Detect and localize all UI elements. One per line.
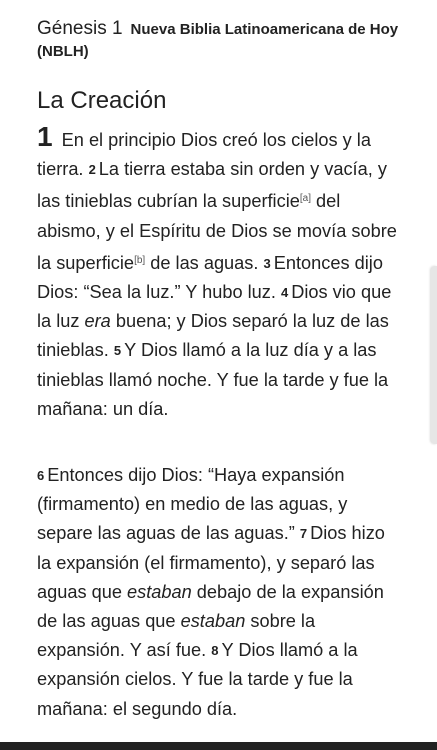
verse-number: 6 [37, 468, 45, 483]
verse-number: 5 [113, 343, 122, 359]
section-title: La Creación [37, 87, 167, 114]
book-reference[interactable]: Génesis 1 [37, 18, 123, 39]
scroll-handle[interactable] [431, 266, 437, 444]
verse-number: 8 [211, 643, 219, 659]
verse-italic-word: estaban [180, 611, 246, 632]
verse-number: 2 [88, 162, 96, 178]
chapter-number: 1 [37, 121, 53, 152]
footnote-link[interactable]: [b] [134, 255, 145, 266]
verse-number: 4 [281, 285, 289, 301]
passage-header: Génesis 1 Nueva Biblia Latinoamericana de… [37, 18, 429, 63]
footnote-link[interactable]: [a] [300, 193, 311, 204]
verse-number: 3 [263, 255, 271, 271]
passage-paragraph: 6 Entonces dijo Dios: “Haya expansión (fi… [37, 461, 402, 724]
passage-paragraph: 1 En el principio Dios creó los cielos y… [37, 123, 402, 424]
verse-italic-word: era [84, 311, 111, 332]
verse-number: 7 [299, 526, 308, 542]
system-navigation-bar [0, 742, 437, 750]
verse-italic-word: estaban [127, 581, 192, 602]
verse-text: de las aguas. [145, 252, 259, 273]
